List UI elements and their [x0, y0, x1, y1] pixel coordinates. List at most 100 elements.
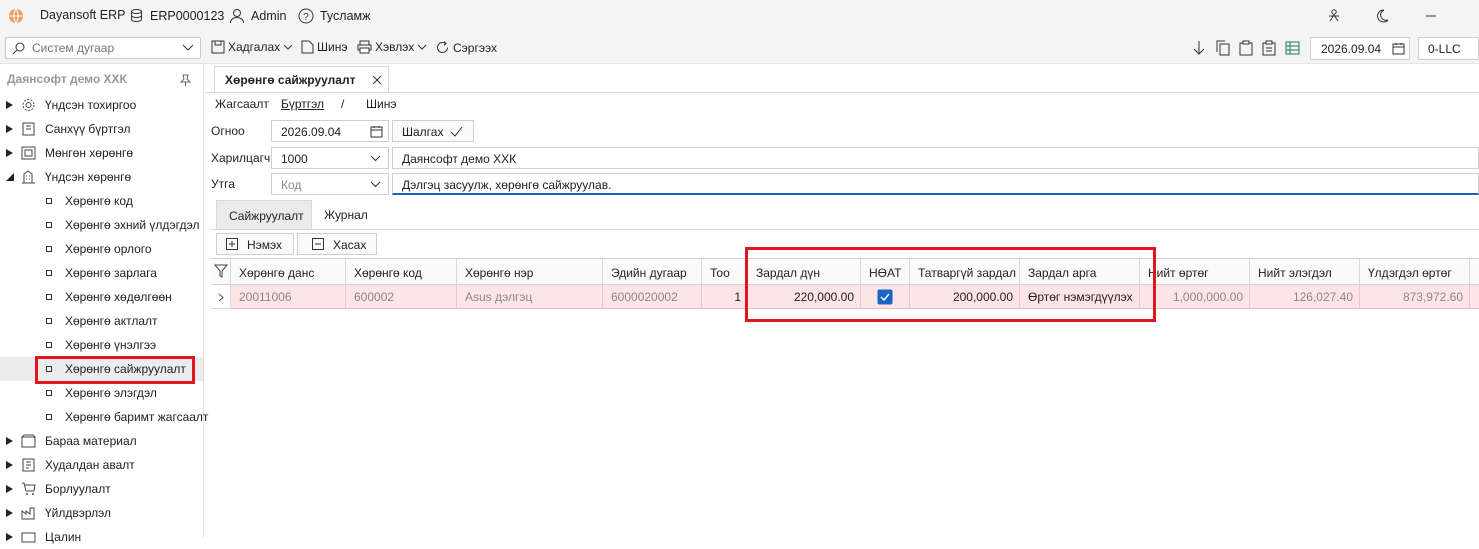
expand-arrow-icon[interactable] [6, 437, 13, 445]
app-name: Dayansoft ERP [40, 8, 126, 22]
sidebar-subitem[interactable]: Хөрөнгө актлалт [0, 309, 203, 333]
globe-logo-icon [9, 8, 23, 24]
sidebar-subitem[interactable]: Хөрөнгө элэгдэл [0, 381, 203, 405]
help-icon: ? [298, 8, 314, 24]
table-cell[interactable]: 600002 [346, 285, 457, 309]
sidebar-subitem[interactable]: Хөрөнгө зарлага [0, 261, 203, 285]
chevron-down-icon[interactable] [370, 155, 381, 162]
purchase-icon [22, 458, 35, 472]
sidebar-subitem[interactable]: Хөрөнгө баримт жагсаалт [0, 405, 208, 429]
table-cell[interactable]: 1,000,000.00 [1140, 285, 1250, 309]
company-selector[interactable]: 0-LLC [1418, 37, 1479, 60]
column-header[interactable]: Хөрөнгө нэр [457, 259, 603, 285]
clipboard-list-icon [1262, 40, 1276, 56]
table-cell[interactable]: 6000020002 [603, 285, 702, 309]
expand-arrow-icon[interactable] [6, 149, 13, 157]
note-code-field[interactable]: Код [271, 173, 389, 195]
copy-button[interactable] [1216, 40, 1230, 56]
tab-journal[interactable]: Журнал [315, 200, 385, 230]
print-button[interactable]: Хэвлэх [357, 40, 427, 54]
column-header-label: Тоо [710, 266, 730, 280]
refresh-button[interactable]: Сэргээх [435, 40, 497, 55]
column-header[interactable]: Нийт элэгдэл [1250, 259, 1360, 285]
collapse-arrow-icon[interactable] [6, 173, 14, 181]
box-icon [21, 434, 36, 448]
chevron-down-icon[interactable] [417, 44, 427, 51]
expand-arrow-icon[interactable] [6, 125, 13, 133]
paste-button[interactable] [1239, 40, 1253, 56]
table-cell[interactable]: 20011006 [231, 285, 346, 309]
partner-code-field[interactable]: 1000 [271, 147, 389, 169]
sidebar-item-cash[interactable]: Мөнгөн хөрөнгө [0, 141, 203, 165]
filter-icon[interactable] [214, 264, 228, 278]
user-button[interactable]: Admin [229, 8, 286, 24]
sidebar-item-sales[interactable]: Борлуулалт [0, 477, 203, 501]
search-input[interactable] [32, 40, 172, 56]
sidebar-item-finance[interactable]: Санхүү бүртгэл [0, 117, 203, 141]
column-header[interactable]: Эдийн дугаар [603, 259, 702, 285]
new-button[interactable]: Шинэ [301, 40, 347, 54]
table-cell[interactable]: 873,972.60 [1360, 285, 1470, 309]
sidebar-item-production[interactable]: Үйлдвэрлэл [0, 501, 203, 525]
chevron-down-icon[interactable] [182, 44, 194, 52]
sidebar-item-inventory[interactable]: Бараа материал [0, 429, 203, 453]
ledger-icon [22, 122, 35, 136]
table-cell[interactable]: 1 [702, 285, 748, 309]
table-cell[interactable]: 126,027.40 [1250, 285, 1360, 309]
sidebar-subitem[interactable]: Хөрөнгө код [0, 189, 203, 213]
filter-header-cell[interactable] [211, 259, 231, 285]
expand-arrow-icon[interactable] [6, 461, 13, 469]
remove-row-button[interactable]: Хасах [297, 233, 377, 255]
cart-icon [22, 482, 36, 495]
system-number-search[interactable] [5, 37, 201, 59]
add-row-button[interactable]: Нэмэх [216, 233, 294, 255]
sidebar-subitem[interactable]: Хөрөнгө үнэлгээ [0, 333, 203, 357]
database-button[interactable]: ERP0000123 [129, 8, 224, 23]
column-header[interactable]: Үлдэгдэл өртөг [1360, 259, 1470, 285]
sidebar-subitem[interactable]: Хөрөнгө хөдөлгөөн [0, 285, 203, 309]
table-cell[interactable]: Asus дэлгэц [457, 285, 603, 309]
help-button[interactable]: ? Тусламж [298, 8, 371, 24]
excel-button[interactable] [1285, 41, 1300, 55]
sidebar-item-salary[interactable]: Цалин [0, 525, 203, 549]
sidebar-item-settings[interactable]: Үндсэн тохиргоо [0, 93, 203, 117]
breadcrumb-new[interactable]: Шинэ [366, 97, 396, 111]
chevron-down-icon[interactable] [283, 44, 293, 51]
breadcrumb-register[interactable]: Бүртгэл [281, 97, 324, 111]
accessibility-button[interactable] [1326, 8, 1342, 24]
close-icon[interactable] [372, 75, 382, 85]
date-picker[interactable]: 2026.09.04 [1310, 37, 1410, 60]
dark-mode-button[interactable] [1374, 8, 1390, 24]
paste-special-button[interactable] [1262, 40, 1276, 56]
sidebar-item-purchase[interactable]: Худалдан авалт [0, 453, 203, 477]
database-icon [131, 9, 142, 23]
chevron-down-icon[interactable] [370, 181, 381, 188]
sidebar-item-fixed-assets[interactable]: Үндсэн хөрөнгө [0, 165, 203, 189]
pin-icon[interactable] [179, 74, 192, 87]
minimize-button[interactable] [1424, 9, 1438, 23]
document-tab[interactable]: Хөрөнгө сайжруулалт [214, 66, 389, 92]
expand-arrow-icon[interactable] [6, 485, 13, 493]
row-expander[interactable] [211, 285, 231, 309]
chevron-right-icon[interactable] [218, 293, 224, 302]
column-header[interactable]: Тоо [702, 259, 748, 285]
partner-name-field[interactable]: Даянсофт демо ХХК [392, 147, 1479, 169]
expand-arrow-icon[interactable] [6, 509, 13, 517]
check-button[interactable]: Шалгах [392, 120, 474, 142]
calendar-icon[interactable] [370, 125, 383, 138]
tab-improvement[interactable]: Сайжруулалт [216, 200, 312, 230]
column-header[interactable]: Нийт өртөг [1140, 259, 1250, 285]
person-broadcast-icon [1329, 9, 1339, 22]
date-field[interactable]: 2026.09.04 [271, 120, 389, 142]
column-header[interactable]: Хөрөнгө данс [231, 259, 346, 285]
sidebar-subitem[interactable]: Хөрөнгө орлого [0, 237, 203, 261]
download-button[interactable] [1192, 40, 1206, 56]
column-header[interactable]: Хөрөнгө код [346, 259, 457, 285]
note-text-field[interactable]: Дэлгэц засуулж, хөрөнгө сайжруулав. [392, 173, 1479, 195]
save-button[interactable]: Хадгалах [211, 40, 293, 54]
breadcrumb-list[interactable]: Жагсаалт [215, 97, 269, 111]
expand-arrow-icon[interactable] [6, 533, 13, 541]
sidebar-subitem[interactable]: Хөрөнгө эхний үлдэгдэл [0, 213, 203, 237]
calendar-icon[interactable] [1392, 42, 1405, 55]
expand-arrow-icon[interactable] [6, 101, 13, 109]
